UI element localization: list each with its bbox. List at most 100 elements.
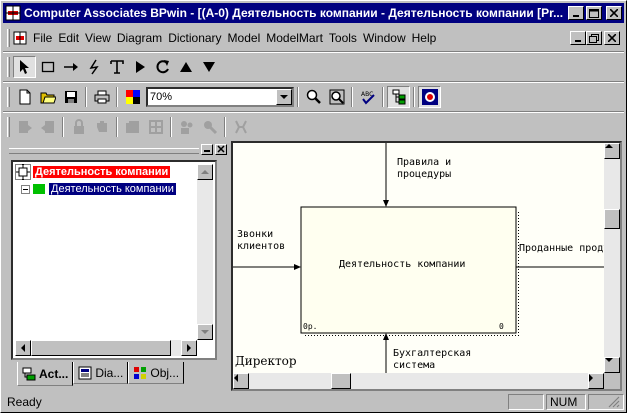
model-explorer-button[interactable] (387, 86, 410, 108)
pointer-tool-button[interactable] (13, 56, 36, 78)
mm-users-button[interactable] (175, 116, 198, 138)
go-to-sibling-button[interactable] (151, 56, 174, 78)
mm-grid-button[interactable] (144, 116, 167, 138)
mechanism2-label[interactable]: Директор (235, 355, 297, 367)
menu-tools[interactable]: Tools (326, 31, 360, 45)
print-button[interactable] (90, 86, 113, 108)
mm-checkout-button[interactable] (36, 116, 59, 138)
menu-edit[interactable]: Edit (55, 31, 82, 45)
tree-scroll-right-button[interactable] (181, 340, 197, 356)
save-button[interactable] (59, 86, 82, 108)
toolbar-separator (116, 87, 118, 107)
zoom-in-button[interactable] (302, 86, 325, 108)
resize-grip-icon[interactable] (608, 396, 620, 408)
arrow-tool-button[interactable] (59, 56, 82, 78)
toolbar-grip (7, 87, 10, 107)
activity-box-title: Деятельность компании (339, 259, 466, 270)
toolbar-separator (85, 87, 87, 107)
spell-check-button[interactable]: ABC (356, 86, 379, 108)
diagram-canvas[interactable]: Деятельность компании 0р. 0 Правила и пр… (231, 141, 622, 391)
canvas-hscroll-thumb[interactable] (331, 373, 351, 389)
menu-view[interactable]: View (82, 31, 114, 45)
mm-merge-button[interactable] (229, 116, 252, 138)
mdi-minimize-button[interactable] (570, 31, 586, 45)
scroll-down-icon (605, 358, 613, 362)
collapse-icon[interactable] (21, 184, 30, 194)
color-button[interactable] (121, 86, 144, 108)
squiggle-tool-button[interactable] (82, 56, 105, 78)
tree-child-item[interactable]: Деятельность компании (21, 181, 199, 197)
canvas-scroll-down-button[interactable] (604, 357, 620, 373)
scroll-left-icon (20, 344, 25, 352)
pane-minimize-button[interactable] (201, 144, 213, 155)
mechanism-label[interactable]: Бухгалтерская система (393, 348, 471, 372)
scroll-right-icon (186, 344, 191, 352)
menu-file[interactable]: File (30, 31, 55, 45)
canvas-vscroll-thumb[interactable] (604, 209, 620, 229)
tree-scroll-up-button[interactable] (197, 164, 213, 180)
canvas-scroll-up-button[interactable] (604, 143, 620, 159)
minimize-icon (575, 40, 581, 42)
menu-dictionary[interactable]: Dictionary (165, 31, 224, 45)
go-to-child-button[interactable] (128, 56, 151, 78)
mm-checkin-button[interactable] (13, 116, 36, 138)
tree-root-item[interactable]: Деятельность компании (15, 164, 199, 180)
mdi-restore-button[interactable] (586, 31, 602, 45)
tree-scroll-thumb[interactable] (31, 340, 171, 356)
box-tool-button[interactable] (36, 56, 59, 78)
objects-tab-icon (134, 366, 147, 379)
menu-window[interactable]: Window (360, 31, 409, 45)
tree-scroll-down-button[interactable] (197, 324, 213, 340)
squiggle-icon (88, 59, 99, 75)
menu-help[interactable]: Help (409, 31, 440, 45)
tree-vertical-scrollbar[interactable] (197, 164, 213, 340)
menu-diagram[interactable]: Diagram (114, 31, 165, 45)
box-icon (41, 61, 54, 73)
toolbar-grip (7, 117, 10, 137)
input-label[interactable]: Звонки клиентов (237, 229, 285, 253)
open-button[interactable] (36, 86, 59, 108)
activity-box[interactable] (300, 206, 517, 334)
tab-activities-label: Act... (39, 366, 69, 381)
tree-horizontal-scrollbar[interactable] (15, 340, 197, 356)
tree-icon (392, 89, 405, 105)
tree-scroll-left-button[interactable] (15, 340, 31, 356)
go-to-parent-button[interactable] (174, 56, 197, 78)
activities-tab-icon (22, 367, 36, 380)
pane-grip[interactable] (9, 148, 199, 154)
tab-objects[interactable]: Obj... (128, 362, 185, 384)
box-cost-label: 0 (499, 322, 504, 331)
minimize-button[interactable] (568, 6, 584, 20)
mm-security-button[interactable] (198, 116, 221, 138)
zoom-select[interactable]: 70% (146, 87, 294, 107)
status-num: NUM (546, 394, 586, 410)
canvas-scroll-right-button[interactable] (588, 373, 604, 389)
go-to-down-button[interactable] (197, 56, 220, 78)
menu-modelmart[interactable]: ModelMart (263, 31, 326, 45)
tab-activities[interactable]: Act... (17, 362, 74, 386)
control-label[interactable]: Правила и процедуры (397, 157, 451, 181)
play-icon (135, 61, 145, 73)
mm-lock-button[interactable] (67, 116, 90, 138)
close-button[interactable] (606, 6, 622, 20)
pane-close-button[interactable] (215, 144, 227, 155)
menu-model[interactable]: Model (225, 31, 264, 45)
status-bar: Ready NUM (3, 393, 624, 411)
restore-button[interactable] (586, 6, 602, 20)
tab-diagrams[interactable]: Dia... (73, 362, 129, 384)
mm-library-button[interactable] (121, 116, 144, 138)
canvas-vertical-scrollbar[interactable] (604, 143, 620, 373)
bpwin-doc-icon[interactable] (12, 30, 28, 46)
zoom-dropdown-button[interactable] (276, 89, 292, 105)
mdi-close-button[interactable] (604, 31, 620, 45)
new-button[interactable] (13, 86, 36, 108)
modelmart-button[interactable] (418, 86, 441, 108)
toolbar-divider (3, 51, 624, 53)
mm-hand-button[interactable] (90, 116, 113, 138)
text-tool-button[interactable] (105, 56, 128, 78)
menu-grip[interactable] (7, 29, 10, 47)
restore-icon (589, 33, 599, 43)
zoom-fit-button[interactable] (325, 86, 348, 108)
canvas-horizontal-scrollbar[interactable] (233, 373, 604, 389)
canvas-scroll-left-button[interactable] (233, 373, 249, 389)
